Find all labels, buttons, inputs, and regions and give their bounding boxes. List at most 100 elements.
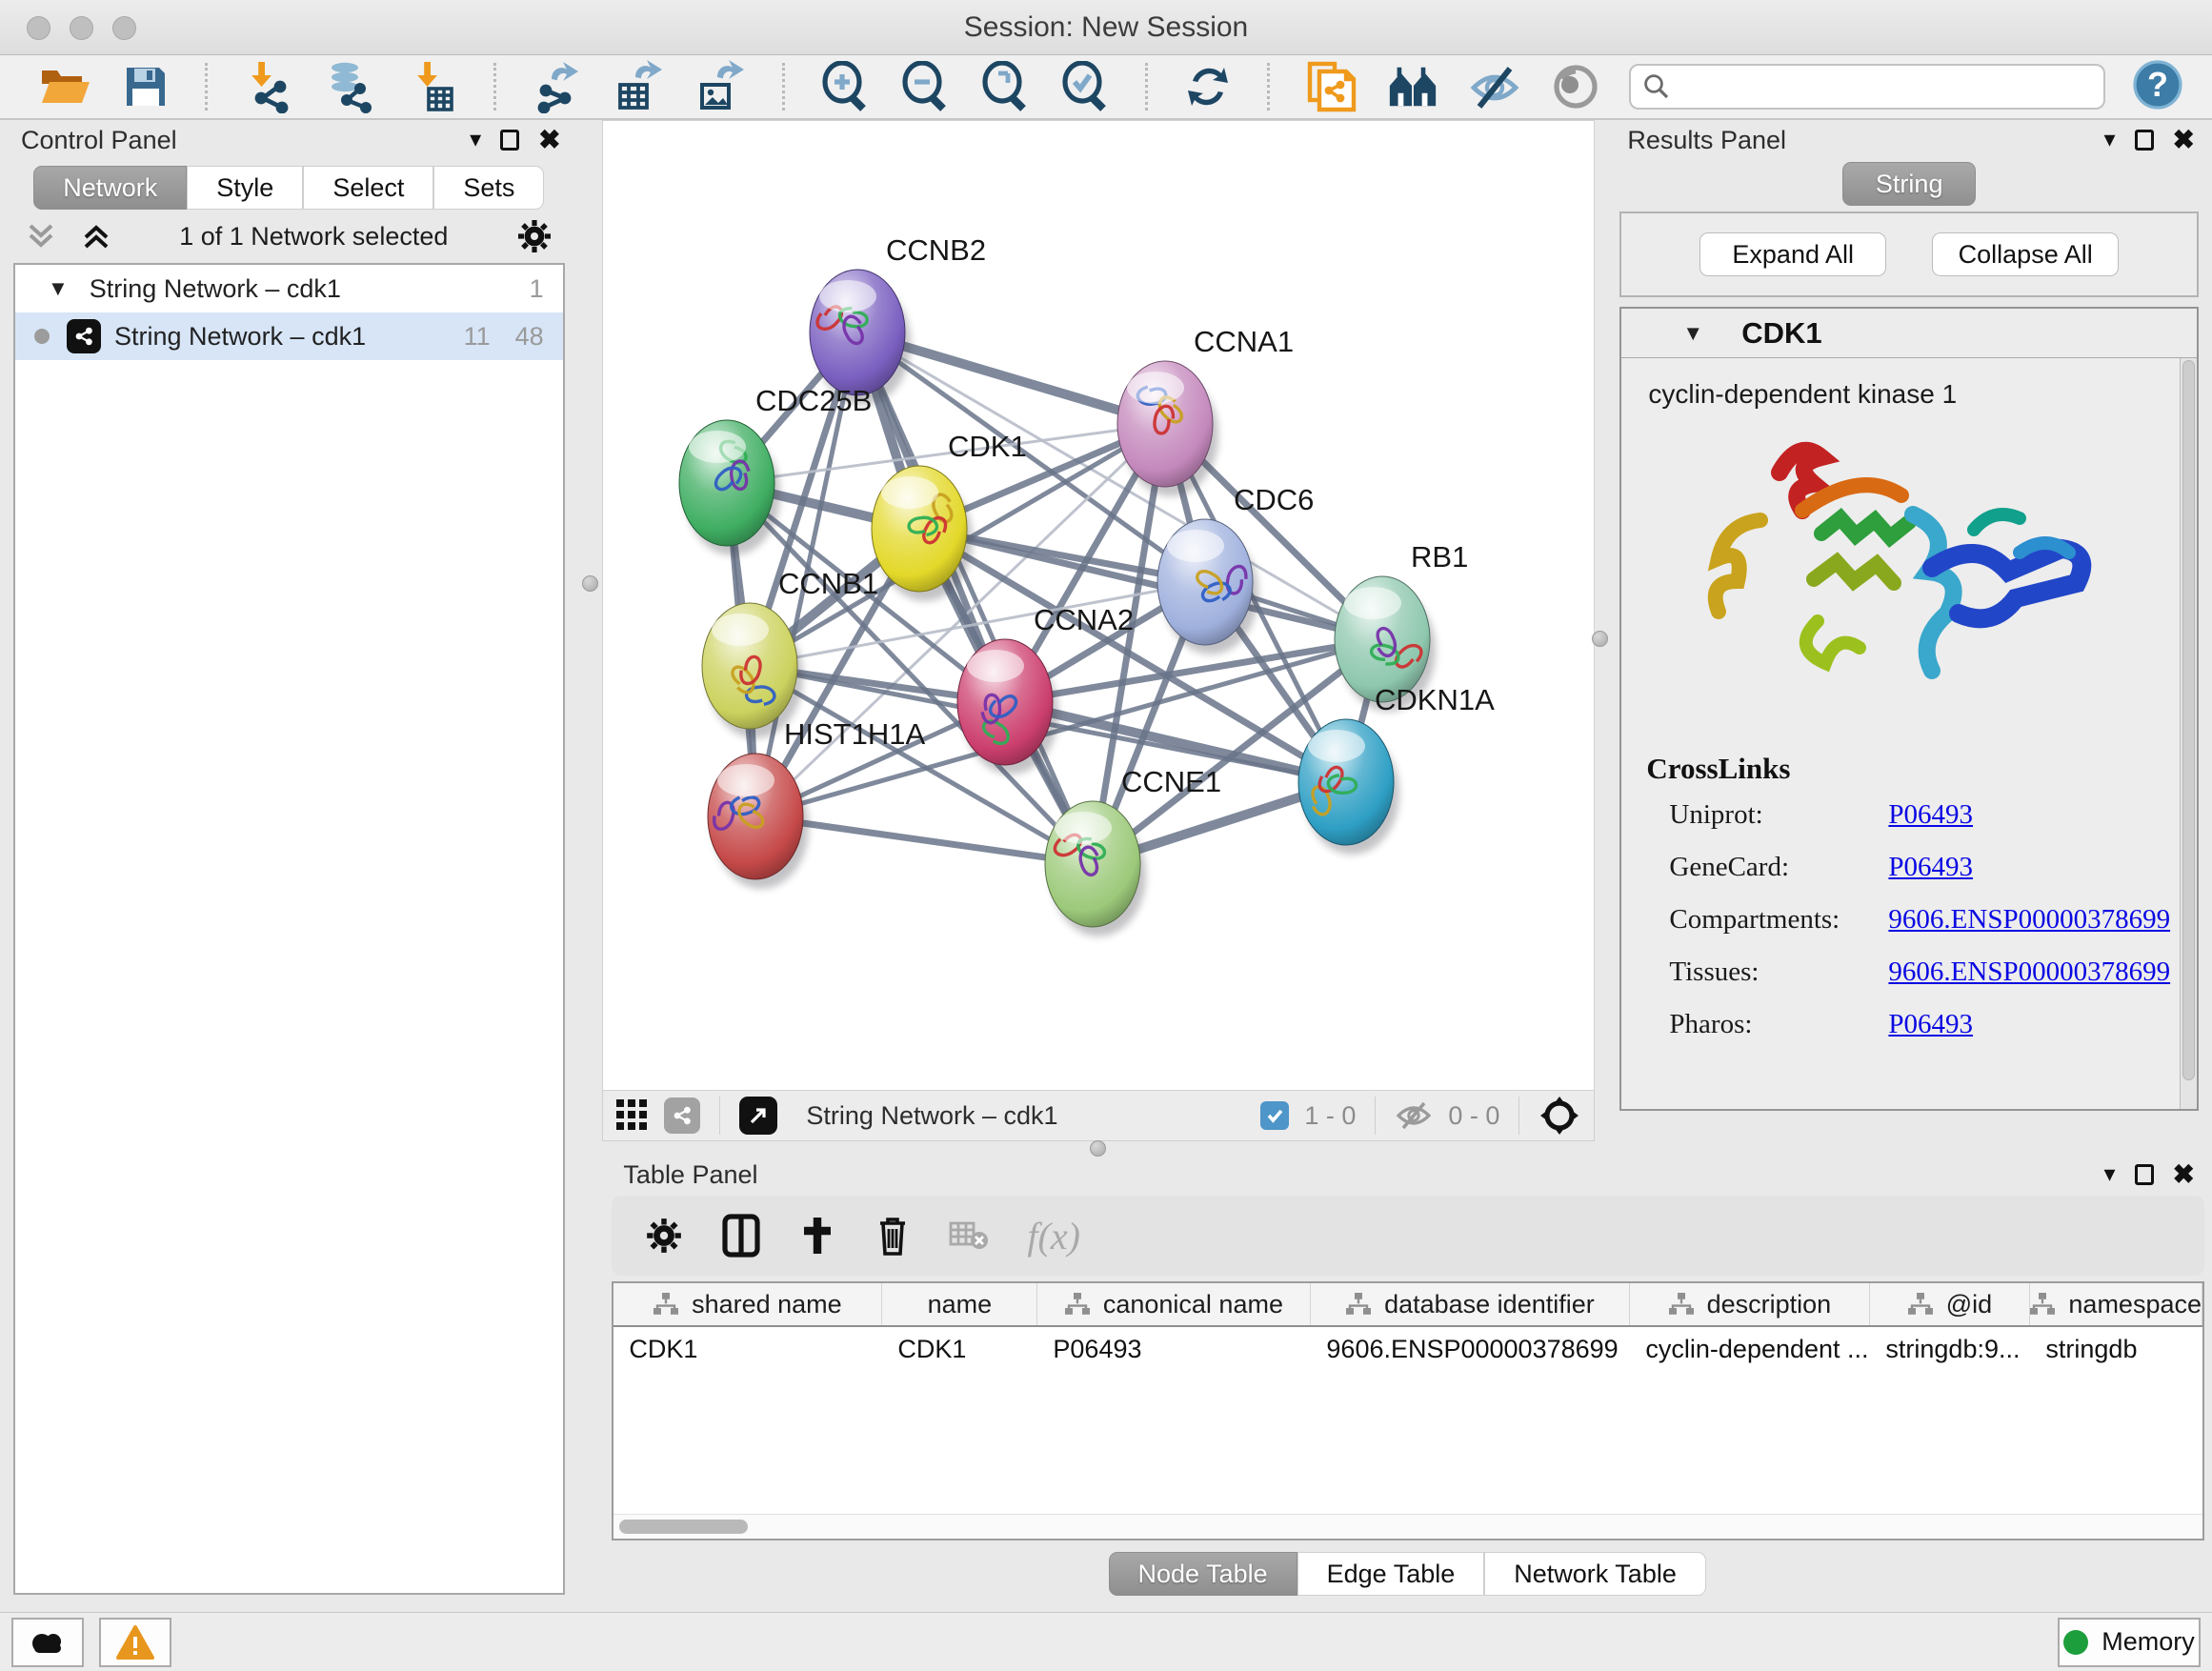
network-row[interactable]: String Network – cdk1 11 48 — [15, 312, 563, 360]
tab-string[interactable]: String — [1842, 162, 1977, 206]
table-cell[interactable]: cyclin-dependent ... — [1630, 1327, 1870, 1371]
save-session-icon[interactable] — [120, 60, 171, 113]
tree-expander-icon[interactable]: ▼ — [48, 276, 69, 301]
table-cell[interactable]: stringdb — [2030, 1327, 2202, 1371]
splitter-handle[interactable] — [1090, 1140, 1106, 1157]
node-CCNB2[interactable]: CCNB2 — [810, 233, 986, 405]
panel-close-icon[interactable]: ✖ — [538, 127, 560, 153]
duplicate-network-icon[interactable] — [1304, 60, 1357, 113]
node-CDKN1A[interactable]: CDKN1A — [1298, 683, 1495, 855]
tab-sets[interactable]: Sets — [433, 166, 544, 210]
network-collection-row[interactable]: ▼ String Network – cdk1 1 — [15, 265, 563, 312]
panel-menu-icon[interactable]: ▾ — [2103, 1163, 2115, 1186]
crosslink-link[interactable]: 9606.ENSP00000378699 — [1888, 904, 2170, 936]
table-cell[interactable]: P06493 — [1037, 1327, 1311, 1371]
import-database-icon[interactable] — [324, 60, 377, 113]
node-CCNA1[interactable]: CCNA1 — [1117, 325, 1294, 496]
left-splitter[interactable] — [578, 120, 603, 1612]
crosslink-link[interactable]: 9606.ENSP00000378699 — [1888, 956, 2170, 988]
table-cell[interactable]: stringdb:9... — [1870, 1327, 2030, 1371]
right-splitter[interactable] — [1595, 120, 1606, 1156]
node-CDC6[interactable]: CDC6 — [1157, 483, 1314, 654]
column-header[interactable]: description — [1630, 1283, 1870, 1325]
birds-eye-grid-icon[interactable] — [616, 1099, 649, 1132]
export-image-icon[interactable] — [694, 60, 748, 113]
network-canvas[interactable]: CCNB2CCNA1CDC25BCDK1CDC6RB1CCNB1CCNA2CDK… — [602, 120, 1595, 1091]
collapse-all-networks-icon[interactable] — [80, 222, 112, 251]
add-column-icon[interactable] — [798, 1214, 836, 1258]
tab-network-table[interactable]: Network Table — [1484, 1552, 1706, 1596]
fit-selection-crosshair-icon[interactable] — [1538, 1095, 1580, 1137]
panel-menu-icon[interactable]: ▾ — [470, 129, 481, 151]
table-cell[interactable]: CDK1 — [613, 1327, 882, 1371]
zoom-out-icon[interactable] — [899, 60, 951, 113]
search-input[interactable] — [1679, 71, 2092, 103]
import-table-icon[interactable] — [406, 60, 459, 113]
section-expander-icon[interactable]: ▼ — [1682, 321, 1703, 346]
node-CCNA2[interactable]: CCNA2 — [957, 603, 1134, 775]
panel-close-icon[interactable]: ✖ — [2173, 1161, 2195, 1188]
node-label-RB1: RB1 — [1411, 540, 1468, 574]
tab-network[interactable]: Network — [33, 166, 187, 210]
crosslink-link[interactable]: P06493 — [1888, 852, 1973, 883]
collapse-all-button[interactable]: Collapse All — [1932, 232, 2119, 276]
zoom-in-icon[interactable] — [819, 60, 871, 113]
table-horizontal-scrollbar[interactable] — [613, 1514, 2202, 1539]
first-neighbors-icon[interactable] — [1386, 60, 1439, 113]
zoom-fit-icon[interactable] — [979, 60, 1031, 113]
column-header[interactable]: name — [882, 1283, 1037, 1325]
refresh-icon[interactable] — [1182, 60, 1233, 113]
tab-edge-table[interactable]: Edge Table — [1297, 1552, 1485, 1596]
panel-menu-icon[interactable]: ▾ — [2103, 129, 2115, 151]
panel-float-icon[interactable] — [2135, 130, 2154, 151]
column-header[interactable]: namespace — [2030, 1283, 2202, 1325]
column-header[interactable]: shared name — [613, 1283, 882, 1325]
show-columns-icon[interactable] — [722, 1214, 760, 1258]
selected-checkbox-icon[interactable] — [1260, 1101, 1289, 1130]
horizontal-splitter[interactable] — [602, 1141, 1595, 1156]
results-scrollbar[interactable] — [2180, 358, 2197, 1109]
automation-cloud-button[interactable] — [11, 1618, 84, 1667]
tab-select[interactable]: Select — [303, 166, 433, 210]
table-cell[interactable]: 9606.ENSP00000378699 — [1311, 1327, 1630, 1371]
panel-close-icon[interactable]: ✖ — [2173, 127, 2195, 153]
minimize-window-button[interactable] — [70, 16, 93, 40]
tab-style[interactable]: Style — [187, 166, 303, 210]
import-network-icon[interactable] — [242, 60, 295, 113]
node-CCNE1[interactable]: CCNE1 — [1045, 765, 1221, 936]
table-options-gear-icon[interactable] — [644, 1216, 684, 1256]
detach-view-icon[interactable] — [739, 1097, 777, 1135]
zoom-window-button[interactable] — [112, 16, 136, 40]
table-header-row: shared name name canonical name database… — [613, 1283, 2202, 1327]
splitter-handle[interactable] — [582, 575, 598, 592]
column-header[interactable]: database identifier — [1311, 1283, 1630, 1325]
table-row[interactable]: CDK1 CDK1 P06493 9606.ENSP00000378699 cy… — [613, 1327, 2202, 1371]
help-icon[interactable]: ? — [2132, 59, 2183, 115]
network-options-gear-icon[interactable] — [515, 217, 553, 255]
edge-CCNB2-CCNE1[interactable] — [857, 332, 1093, 864]
scrollbar-thumb[interactable] — [619, 1520, 748, 1534]
column-header[interactable]: canonical name — [1037, 1283, 1311, 1325]
export-table-icon[interactable] — [613, 60, 666, 113]
expand-all-networks-icon[interactable] — [25, 222, 57, 251]
close-window-button[interactable] — [27, 16, 50, 40]
panel-float-icon[interactable] — [500, 130, 519, 151]
node-HIST1H1A[interactable]: HIST1H1A — [708, 717, 925, 889]
show-all-icon[interactable] — [1550, 60, 1600, 113]
crosslink-link[interactable]: P06493 — [1888, 1009, 1973, 1040]
memory-button[interactable]: Memory — [2058, 1618, 2201, 1667]
network-overview-icon[interactable] — [664, 1097, 700, 1134]
zoom-selected-icon[interactable] — [1059, 60, 1111, 113]
node-CDC25B[interactable]: CDC25B — [679, 384, 872, 555]
hide-selected-icon[interactable] — [1468, 60, 1521, 113]
open-file-icon[interactable] — [40, 60, 91, 113]
column-header[interactable]: @id — [1870, 1283, 2030, 1325]
export-network-icon[interactable] — [531, 60, 584, 113]
delete-column-icon[interactable] — [875, 1214, 911, 1258]
warnings-button[interactable] — [99, 1618, 171, 1667]
crosslink-link[interactable]: P06493 — [1888, 799, 1973, 831]
panel-float-icon[interactable] — [2135, 1164, 2154, 1185]
tab-node-table[interactable]: Node Table — [1109, 1552, 1297, 1596]
table-cell[interactable]: CDK1 — [882, 1327, 1037, 1371]
expand-all-button[interactable]: Expand All — [1699, 232, 1886, 276]
